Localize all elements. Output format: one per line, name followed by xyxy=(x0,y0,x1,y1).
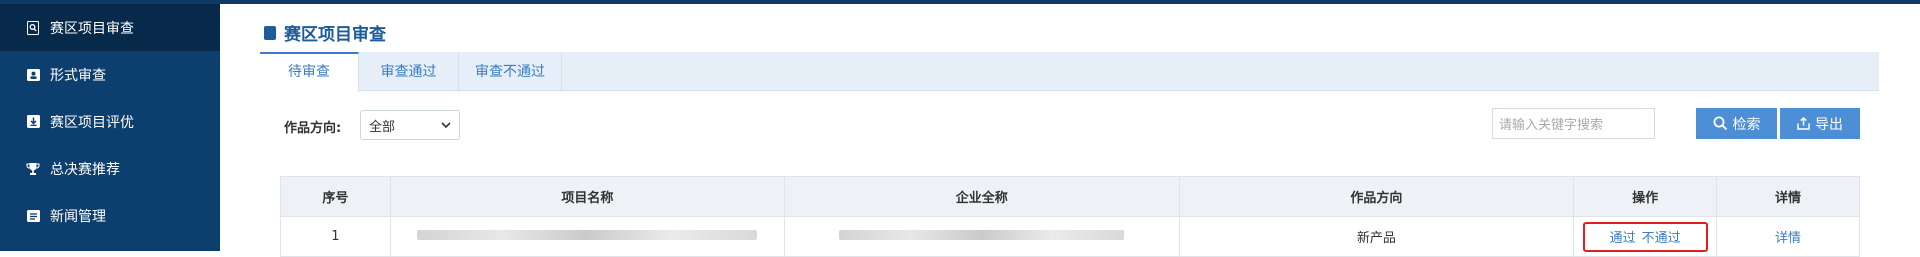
sidebar-item-label: 新闻管理 xyxy=(50,208,106,225)
tab-pending[interactable]: 待审查 xyxy=(260,52,359,92)
column-header-company-name: 企业全称 xyxy=(783,176,1180,217)
sidebar-item-news[interactable]: 新闻管理 xyxy=(0,192,220,239)
column-header-project-name: 项目名称 xyxy=(389,176,785,217)
redacted-project-name xyxy=(417,230,758,240)
sidebar: 赛区项目审查 形式审查 赛区项目评优 总决赛推荐 新闻管理 xyxy=(0,4,220,251)
news-icon xyxy=(26,209,40,223)
sidebar-item-form-review[interactable]: 形式审查 xyxy=(0,51,220,98)
detail-link[interactable]: 详情 xyxy=(1775,231,1801,246)
tab-bar: 待审查 审查通过 审查不通过 xyxy=(260,52,1879,92)
export-button-label: 导出 xyxy=(1815,115,1843,132)
sidebar-item-label: 总决赛推荐 xyxy=(50,161,120,178)
project-table: 序号 项目名称 企业全称 作品方向 操作 详情 1 新产品 通过 不通过 详情 xyxy=(280,176,1860,257)
bookmark-icon xyxy=(264,25,276,40)
search-button-label: 检索 xyxy=(1732,115,1761,132)
column-header-direction: 作品方向 xyxy=(1178,176,1575,217)
direction-filter-label: 作品方向: xyxy=(284,121,342,136)
pass-link[interactable]: 通过 xyxy=(1610,227,1636,246)
search-icon xyxy=(1713,116,1727,131)
direction-select[interactable]: 全部 xyxy=(360,110,460,140)
sidebar-item-final-recommendation[interactable]: 总决赛推荐 xyxy=(0,145,220,192)
sidebar-item-label: 形式审查 xyxy=(50,67,106,84)
action-highlight-box: 通过 不通过 xyxy=(1582,221,1708,252)
search-input[interactable]: 请输入关键字搜索 xyxy=(1492,108,1655,139)
trophy-icon xyxy=(26,162,40,176)
redacted-company-name xyxy=(839,230,1125,240)
tab-rejected[interactable]: 审查不通过 xyxy=(459,52,562,92)
sidebar-item-label: 赛区项目审查 xyxy=(50,20,134,37)
page-title: 赛区项目审查 xyxy=(264,20,386,45)
export-button[interactable]: 导出 xyxy=(1780,108,1860,139)
tab-approved[interactable]: 审查通过 xyxy=(359,52,459,92)
download-box-icon xyxy=(26,115,40,129)
table-header-row: 序号 项目名称 企业全称 作品方向 操作 详情 xyxy=(280,176,1860,217)
chevron-down-icon xyxy=(441,118,451,133)
column-header-index: 序号 xyxy=(280,176,391,217)
sidebar-item-label: 赛区项目评优 xyxy=(50,114,134,131)
direction-select-value: 全部 xyxy=(369,119,396,135)
upload-icon xyxy=(1797,117,1810,130)
id-card-icon xyxy=(26,68,40,82)
sidebar-item-project-evaluation[interactable]: 赛区项目评优 xyxy=(0,98,220,145)
search-doc-icon xyxy=(26,20,40,35)
main-content: 赛区项目审查 待审查 审查通过 审查不通过 作品方向: 全部 请输入关键字搜索 … xyxy=(220,4,1920,257)
sidebar-item-project-review[interactable]: 赛区项目审查 xyxy=(0,4,220,51)
column-header-details: 详情 xyxy=(1716,176,1860,217)
column-header-actions: 操作 xyxy=(1573,176,1718,217)
search-button[interactable]: 检索 xyxy=(1696,108,1777,139)
reject-link[interactable]: 不通过 xyxy=(1642,227,1681,246)
